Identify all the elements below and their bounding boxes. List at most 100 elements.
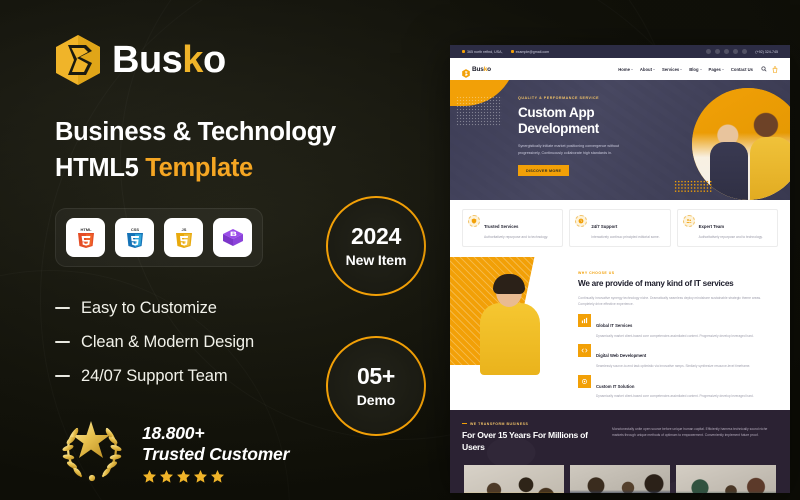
trusted-count: 18.800+	[142, 422, 205, 443]
website-preview-mockup: 365 north refind, USA, example@gmail.com…	[450, 45, 790, 493]
pinterest-icon[interactable]	[733, 49, 739, 54]
linkedin-icon[interactable]	[724, 49, 730, 54]
hero-person-left	[709, 141, 748, 200]
star-rating	[142, 469, 289, 484]
hero-eyebrow: QUALITY & PERFORMANCE SERVICE	[518, 96, 600, 100]
bottom-card[interactable]: FINANCE Useful Advice for Business Start…	[570, 464, 670, 493]
service-item-text: Digital Web Development Seamlessly sourc…	[596, 344, 750, 369]
left-panel: Busko Business & Technology HTML5 Templa…	[55, 32, 375, 489]
bottom-card-image	[676, 464, 776, 493]
html5-badge-icon: HTML	[66, 218, 105, 258]
feature-card-desc: Interactively continuo principled editor…	[591, 235, 660, 239]
svg-text:JS: JS	[181, 228, 186, 233]
bottom-title: For Over 15 Years For Millions of Users	[462, 429, 588, 452]
feature-card[interactable]: Trusted Services Authoritatively repurpo…	[462, 209, 564, 247]
badge-value: 2024	[351, 222, 401, 249]
busko-hex-logo-icon	[462, 65, 470, 78]
feature-label: Easy to Customize	[81, 298, 217, 317]
nav-item-blog[interactable]: Blog	[689, 67, 701, 72]
badge-label: New Item	[345, 252, 407, 269]
brand-name: Busko	[112, 39, 226, 81]
laurel-wreath-star-icon	[55, 415, 129, 489]
badge-value: 05+	[356, 362, 396, 389]
map-pin-icon	[462, 50, 465, 53]
service-item-title: Custom IT Solution	[596, 383, 635, 389]
badge-demo-count: 05+ Demo	[326, 336, 426, 436]
services-list: Global IT Services Dynamically market cl…	[578, 314, 778, 400]
svg-text:HTML: HTML	[80, 228, 92, 233]
facebook-icon[interactable]	[706, 49, 712, 54]
person-hair	[493, 273, 525, 294]
mock-logo[interactable]: Busko	[462, 65, 491, 78]
star-icon	[160, 470, 173, 483]
star-icon	[143, 470, 156, 483]
mock-nav-icons	[761, 65, 778, 73]
service-item-title: Digital Web Development	[596, 353, 647, 359]
list-item: Clean & Modern Design	[55, 325, 375, 359]
star-icon	[194, 470, 207, 483]
services-person-photo	[474, 273, 548, 375]
mock-phone: (+92) 324-745	[755, 49, 778, 54]
javascript-badge-icon: JS	[164, 218, 203, 258]
bottom-card[interactable]: FINANCE Business Audits Solutions	[464, 464, 564, 493]
mock-services-section: WHY CHOOSE US We are provide of many kin…	[450, 256, 790, 410]
list-item: Easy to Customize	[55, 291, 375, 325]
service-item[interactable]: Custom IT Solution Dynamically market cl…	[578, 374, 778, 400]
feature-card-desc: Authoritatively repurpose and to technol…	[484, 235, 549, 239]
bottom-header: WE TRANSFORM BUSINESS For Over 15 Years …	[462, 422, 778, 454]
service-item-desc: Dynamically market client-based core com…	[596, 394, 754, 399]
instagram-icon[interactable]	[742, 49, 748, 54]
bottom-eyebrow: WE TRANSFORM BUSINESS	[462, 422, 594, 426]
bottom-title-block: WE TRANSFORM BUSINESS For Over 15 Years …	[462, 422, 594, 454]
envelope-icon	[510, 50, 514, 53]
service-item[interactable]: Global IT Services Dynamically market cl…	[578, 314, 778, 339]
headline-line-1: Business & Technology	[55, 118, 336, 146]
feature-label: 24/07 Support Team	[81, 366, 228, 385]
dash-icon	[55, 307, 70, 310]
service-item-text: Custom IT Solution Dynamically market cl…	[596, 375, 754, 400]
svg-text:CSS: CSS	[130, 228, 139, 233]
feature-card-desc: Authoritatively repurpose and to technol…	[698, 235, 763, 239]
mock-email: example@gmail.com	[510, 50, 549, 54]
services-eyebrow: WHY CHOOSE US	[578, 270, 615, 275]
star-icon	[177, 470, 190, 483]
shield-check-icon	[468, 215, 480, 227]
hero-dot-pattern-gold	[674, 180, 712, 192]
discover-more-button[interactable]: DISCOVER MORE	[518, 165, 570, 177]
service-item[interactable]: Digital Web Development Seamlessly sourc…	[578, 344, 778, 369]
twitter-icon[interactable]	[715, 49, 721, 54]
mock-logo-text: Busko	[472, 65, 491, 73]
web-code-icon	[578, 344, 591, 358]
nav-item-pages[interactable]: Pages	[709, 67, 724, 72]
nav-item-contact-us[interactable]: Contact Us	[731, 67, 753, 72]
bottom-card[interactable]: FINANCE Business Consulting Solutions	[676, 464, 776, 493]
star-icon	[211, 470, 224, 483]
feature-card-title: Expert Team	[698, 224, 725, 229]
headline-line-2: HTML5 Template	[55, 154, 253, 183]
feature-card-title: 24/7 Support	[591, 224, 618, 229]
nav-item-home[interactable]: Home	[618, 67, 633, 72]
mock-navbar: Busko Home About Services Blog Pages Con…	[450, 58, 790, 80]
cart-icon[interactable]	[772, 65, 778, 73]
feature-card[interactable]: 24/7 Support Interactively continuo prin…	[569, 209, 671, 247]
dash-icon	[55, 375, 70, 378]
services-description: Continually innovative synergy technolog…	[578, 295, 762, 306]
hero-content: QUALITY & PERFORMANCE SERVICE Custom App…	[518, 96, 656, 177]
hero-person-right	[750, 137, 790, 200]
mock-address: 365 north refind, USA,	[462, 50, 503, 54]
mock-feature-cards: Trusted Services Authoritatively repurpo…	[450, 200, 790, 257]
nav-item-about[interactable]: About	[640, 67, 655, 72]
brand-lockup: Busko	[55, 32, 375, 88]
trusted-label: Trusted Customer	[142, 444, 290, 465]
globe-chart-icon	[578, 314, 591, 328]
tech-badge-strip: HTML CSS JS	[55, 208, 263, 268]
nav-item-services[interactable]: Services	[662, 67, 682, 72]
bottom-card-image	[464, 464, 564, 493]
trusted-customer-badge: 18.800+ Trusted Customer	[55, 415, 375, 489]
feature-card-title: Trusted Services	[484, 224, 519, 229]
feature-card[interactable]: Expert Team Authoritatively repurpose an…	[676, 209, 778, 247]
hero-dot-pattern	[456, 96, 502, 126]
mock-menu: Home About Services Blog Pages Contact U…	[618, 67, 753, 72]
search-icon[interactable]	[761, 66, 767, 72]
feature-card-text: 24/7 Support Interactively continuo prin…	[591, 215, 659, 241]
